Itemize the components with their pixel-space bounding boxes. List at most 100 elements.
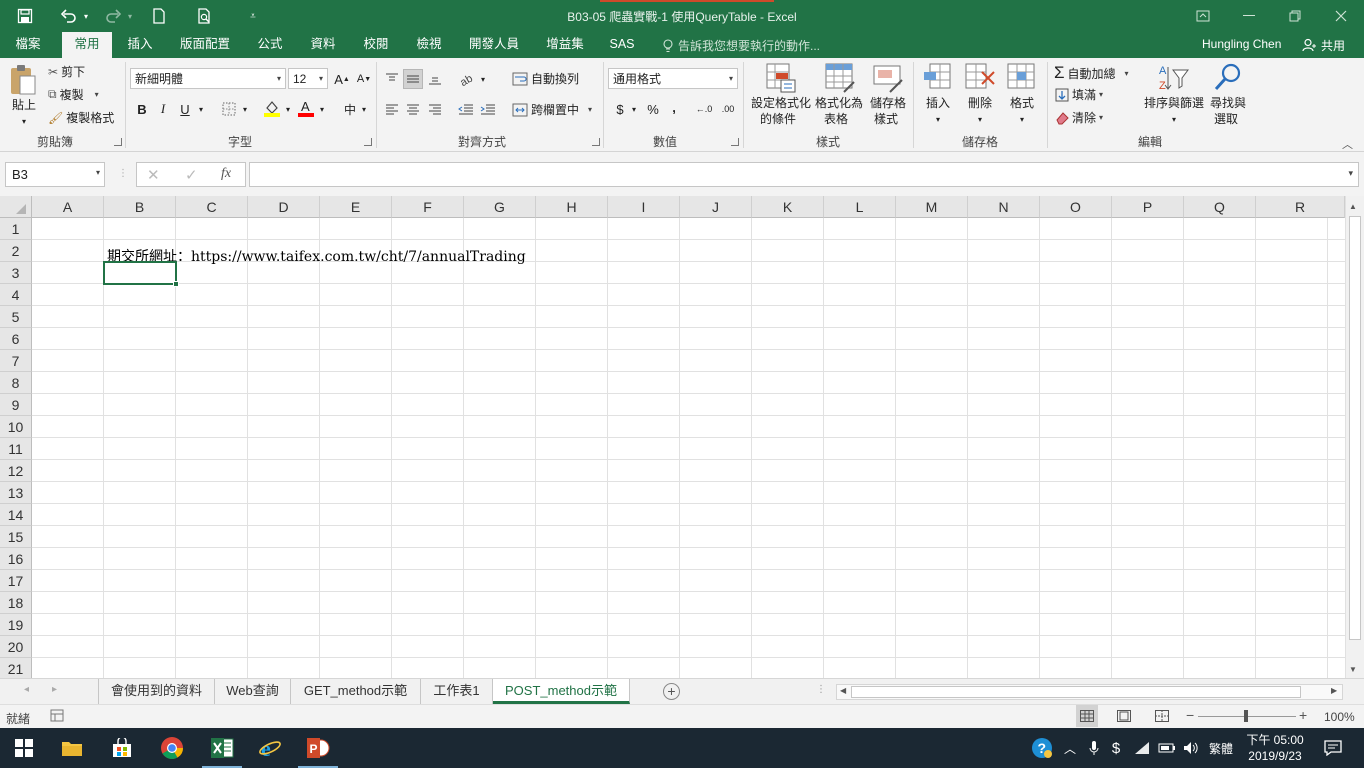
page-break-view-icon[interactable] bbox=[1155, 710, 1169, 722]
restore-icon[interactable] bbox=[1272, 0, 1318, 32]
column-header[interactable]: K bbox=[752, 196, 824, 218]
volume-icon[interactable] bbox=[1180, 728, 1202, 768]
column-header[interactable]: R bbox=[1256, 196, 1345, 218]
internet-explorer-icon[interactable]: e bbox=[246, 728, 294, 768]
row-header[interactable]: 9 bbox=[0, 394, 32, 416]
horizontal-scroll-thumb[interactable] bbox=[851, 686, 1301, 698]
name-box-dropdown-icon[interactable]: ▾ bbox=[96, 168, 100, 177]
collapse-ribbon-icon[interactable]: ︿ bbox=[1342, 136, 1353, 152]
ribbon-display-options-icon[interactable] bbox=[1180, 0, 1226, 32]
help-icon[interactable]: ? bbox=[1030, 728, 1054, 768]
tab-home[interactable]: 常用 bbox=[62, 32, 112, 58]
align-left-icon[interactable] bbox=[382, 99, 402, 119]
minimize-icon[interactable] bbox=[1226, 0, 1272, 32]
worksheet-grid[interactable]: ABCDEFGHIJKLMNOPQR 1 2 3 4 5 6 7 8 9 10 11 12 13 14 15… bbox=[0, 196, 1364, 680]
formula-input[interactable]: ▾ bbox=[249, 162, 1359, 187]
chrome-icon[interactable] bbox=[148, 728, 196, 768]
row-header[interactable]: 21 bbox=[0, 658, 32, 680]
sheet-tab-active[interactable]: POST_method示範 bbox=[493, 679, 630, 704]
sheet-scroll-right-icon[interactable]: ▸ bbox=[52, 684, 57, 695]
enter-icon[interactable]: ✓ bbox=[185, 166, 198, 184]
tab-split-grip-icon[interactable]: ⋮ bbox=[816, 684, 826, 695]
increase-decimal-icon[interactable]: ←.0 bbox=[694, 99, 714, 119]
column-header[interactable]: A bbox=[32, 196, 104, 218]
tell-me-box[interactable]: 告訴我您想要執行的動作... bbox=[662, 37, 820, 54]
clipboard-launcher-icon[interactable] bbox=[114, 138, 122, 146]
tab-insert[interactable]: 插入 bbox=[118, 32, 162, 58]
column-header[interactable]: G bbox=[464, 196, 536, 218]
currency-button[interactable]: $ bbox=[610, 99, 630, 119]
row-header[interactable]: 3 bbox=[0, 262, 32, 284]
percent-button[interactable]: % bbox=[643, 99, 663, 119]
file-explorer-icon[interactable] bbox=[48, 728, 96, 768]
row-header[interactable]: 19 bbox=[0, 614, 32, 636]
row-header[interactable]: 2 bbox=[0, 240, 32, 262]
orientation-dropdown-icon[interactable]: ▾ bbox=[477, 69, 489, 89]
fill-color-icon[interactable] bbox=[262, 98, 282, 118]
conditional-formatting-button[interactable]: 設定格式化 的條件 bbox=[748, 62, 814, 130]
row-header[interactable]: 1 bbox=[0, 218, 32, 240]
decrease-font-icon[interactable]: A ▼ bbox=[354, 69, 374, 89]
sheet-tab[interactable]: GET_method示範 bbox=[291, 679, 421, 704]
paste-button[interactable]: 貼上 ▾ bbox=[8, 64, 40, 128]
column-header[interactable]: D bbox=[248, 196, 320, 218]
select-all-corner[interactable] bbox=[0, 196, 32, 218]
phonetic-icon[interactable]: 中 bbox=[340, 99, 360, 119]
store-icon[interactable] bbox=[98, 728, 146, 768]
currency-dropdown-icon[interactable]: ▾ bbox=[628, 99, 640, 119]
cut-button[interactable]: ✂ 剪下 bbox=[48, 63, 85, 80]
vertical-scrollbar[interactable]: ▲ ▼ bbox=[1345, 196, 1364, 678]
tray-chevron-up-icon[interactable]: ︿ bbox=[1060, 728, 1080, 768]
scroll-up-icon[interactable]: ▲ bbox=[1349, 202, 1357, 211]
cancel-icon[interactable]: ✕ bbox=[147, 166, 160, 184]
windows-start-icon[interactable] bbox=[0, 728, 48, 768]
name-box[interactable]: B3 ▾ bbox=[5, 162, 105, 187]
action-center-icon[interactable] bbox=[1318, 728, 1348, 768]
horizontal-scrollbar[interactable]: ◀ ▶ bbox=[836, 684, 1343, 700]
zoom-level[interactable]: 100% bbox=[1324, 710, 1355, 724]
autosum-button[interactable]: Σ 自動加總 ▾ bbox=[1054, 63, 1129, 83]
clear-button[interactable]: 清除 ▾ bbox=[1055, 109, 1103, 126]
row-header[interactable]: 20 bbox=[0, 636, 32, 658]
scroll-right-icon[interactable]: ▶ bbox=[1331, 686, 1337, 695]
close-icon[interactable] bbox=[1318, 0, 1364, 32]
tab-review[interactable]: 校閱 bbox=[354, 32, 398, 58]
bold-button[interactable]: B bbox=[132, 99, 152, 119]
font-color-icon[interactable]: A bbox=[296, 98, 316, 118]
wrap-text-button[interactable]: 自動換列 bbox=[512, 70, 579, 87]
tab-view[interactable]: 檢視 bbox=[406, 32, 452, 58]
align-bottom-icon[interactable] bbox=[425, 69, 445, 89]
sheet-scroll-left-icon[interactable]: ◂ bbox=[24, 684, 29, 695]
increase-indent-icon[interactable] bbox=[478, 99, 498, 119]
italic-button[interactable]: I bbox=[153, 99, 173, 119]
row-header[interactable]: 7 bbox=[0, 350, 32, 372]
row-header[interactable]: 5 bbox=[0, 306, 32, 328]
increase-font-icon[interactable]: A ▲ bbox=[332, 69, 352, 89]
merge-center-button[interactable]: 跨欄置中 ▾ bbox=[512, 101, 592, 118]
zoom-out-icon[interactable]: − bbox=[1186, 707, 1194, 723]
fill-color-dropdown-icon[interactable]: ▾ bbox=[282, 99, 294, 119]
row-header[interactable]: 18 bbox=[0, 592, 32, 614]
input-method-indicator[interactable]: 繁體 bbox=[1206, 728, 1236, 768]
row-header[interactable]: 4 bbox=[0, 284, 32, 306]
add-sheet-icon[interactable]: + bbox=[663, 683, 680, 700]
selected-cell-b3[interactable] bbox=[103, 261, 177, 285]
copy-button[interactable]: ⧉ 複製 ▾ bbox=[48, 86, 99, 103]
wifi-icon[interactable] bbox=[1130, 728, 1154, 768]
column-header[interactable]: M bbox=[896, 196, 968, 218]
column-header[interactable]: N bbox=[968, 196, 1040, 218]
format-as-table-button[interactable]: 格式化為 表格 bbox=[814, 62, 864, 130]
fill-button[interactable]: 填滿 ▾ bbox=[1055, 86, 1103, 103]
borders-dropdown-icon[interactable]: ▾ bbox=[239, 99, 251, 119]
align-top-icon[interactable] bbox=[382, 69, 402, 89]
number-launcher-icon[interactable] bbox=[731, 138, 739, 146]
sheet-tab[interactable]: 工作表1 bbox=[421, 679, 493, 704]
column-header[interactable]: B bbox=[104, 196, 176, 218]
number-format-select[interactable]: 通用格式 ▾ bbox=[608, 68, 738, 89]
zoom-slider-thumb[interactable] bbox=[1244, 710, 1248, 722]
find-select-button[interactable]: 尋找與 選取 bbox=[1208, 62, 1248, 130]
tab-formulas[interactable]: 公式 bbox=[248, 32, 292, 58]
tab-sas[interactable]: SAS bbox=[602, 32, 642, 58]
column-header[interactable]: F bbox=[392, 196, 464, 218]
column-header[interactable]: O bbox=[1040, 196, 1112, 218]
